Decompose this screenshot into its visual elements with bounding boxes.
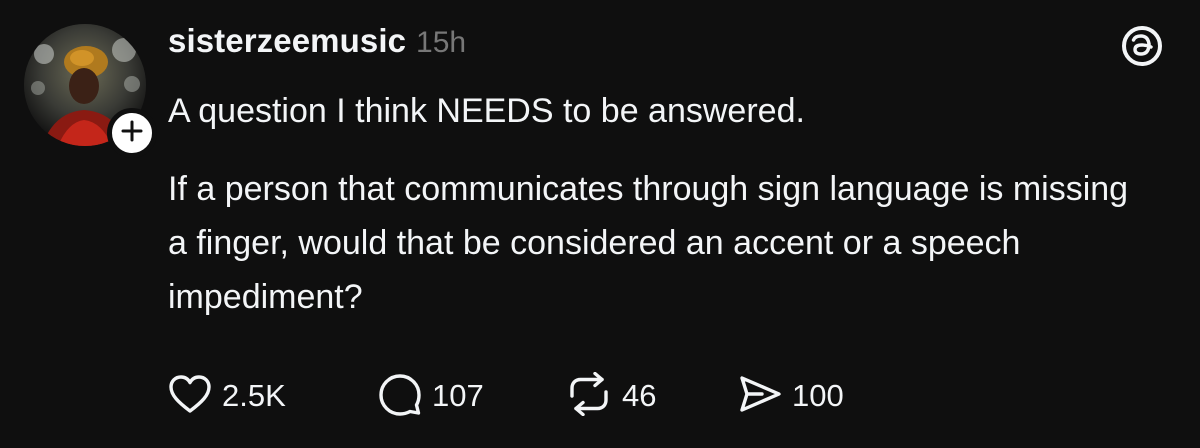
repost-icon (566, 371, 612, 421)
plus-icon (120, 119, 144, 148)
follow-button[interactable] (107, 108, 157, 158)
like-count: 2.5K (222, 378, 286, 413)
post-actions: 2.5K 107 46 100 (168, 370, 878, 422)
heart-icon (168, 374, 212, 419)
avatar-container (24, 24, 157, 158)
post-text-paragraph: If a person that communicates through si… (168, 170, 1129, 316)
reply-count: 107 (432, 378, 484, 413)
share-count: 100 (792, 378, 844, 413)
share-button[interactable]: 100 (738, 370, 878, 422)
repost-button[interactable]: 46 (566, 370, 738, 422)
speech-bubble-icon (378, 372, 422, 421)
repost-count: 46 (622, 378, 657, 413)
post-timestamp: 15h (416, 26, 467, 59)
send-icon (738, 374, 782, 419)
like-button[interactable]: 2.5K (168, 370, 378, 422)
post-body: A question I think NEEDS to be answered.… (168, 84, 1148, 324)
threads-logo-icon[interactable] (1118, 22, 1166, 70)
thread-post: sisterzeemusic 15h A question I think NE… (0, 0, 1200, 448)
post-text-line: A question I think NEEDS to be answered. (168, 92, 805, 130)
reply-button[interactable]: 107 (378, 370, 566, 422)
username-link[interactable]: sisterzeemusic (168, 22, 406, 60)
post-header: sisterzeemusic 15h (168, 22, 466, 66)
